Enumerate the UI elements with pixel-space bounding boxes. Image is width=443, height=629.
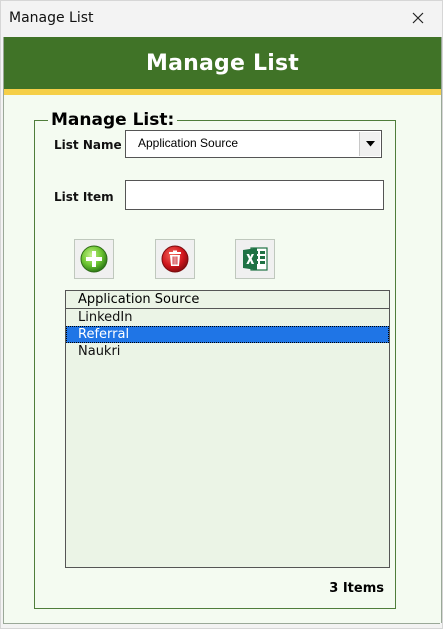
frame-caption: Manage List: xyxy=(48,110,178,130)
header-banner: Manage List xyxy=(4,37,441,89)
list-item[interactable]: LinkedIn xyxy=(66,309,389,326)
excel-icon xyxy=(243,247,268,271)
list-items-listbox[interactable]: Application Source LinkedIn Referral Nau… xyxy=(65,290,390,568)
export-excel-button[interactable] xyxy=(235,239,275,279)
banner-accent-stripe xyxy=(4,89,441,95)
banner-title: Manage List xyxy=(146,50,299,76)
window-title: Manage List xyxy=(9,10,94,26)
delete-icon xyxy=(161,245,189,273)
dropdown-button[interactable] xyxy=(359,132,380,156)
list-name-combobox[interactable]: Application Source xyxy=(125,130,382,158)
list-column-header: Application Source xyxy=(66,291,389,309)
item-count-label: 3 Items xyxy=(329,581,384,596)
list-name-value: Application Source xyxy=(138,136,239,150)
add-item-button[interactable] xyxy=(74,239,114,279)
chevron-down-icon xyxy=(365,141,375,147)
title-bar: Manage List xyxy=(1,1,442,36)
list-name-label: List Name xyxy=(54,138,122,152)
add-icon xyxy=(80,245,108,273)
list-item-selected[interactable]: Referral xyxy=(66,326,389,343)
form-client-area: Manage List Manage List: List Name Appli… xyxy=(3,37,442,623)
list-item-label: List Item xyxy=(54,190,114,204)
delete-item-button[interactable] xyxy=(155,239,195,279)
list-item[interactable]: Naukri xyxy=(66,343,389,360)
close-icon xyxy=(412,12,424,24)
form-bottom-border xyxy=(3,623,440,624)
close-button[interactable] xyxy=(404,5,432,31)
manage-list-window: Manage List Manage List Manage List: Lis… xyxy=(0,0,443,629)
list-item-input[interactable] xyxy=(125,180,384,210)
